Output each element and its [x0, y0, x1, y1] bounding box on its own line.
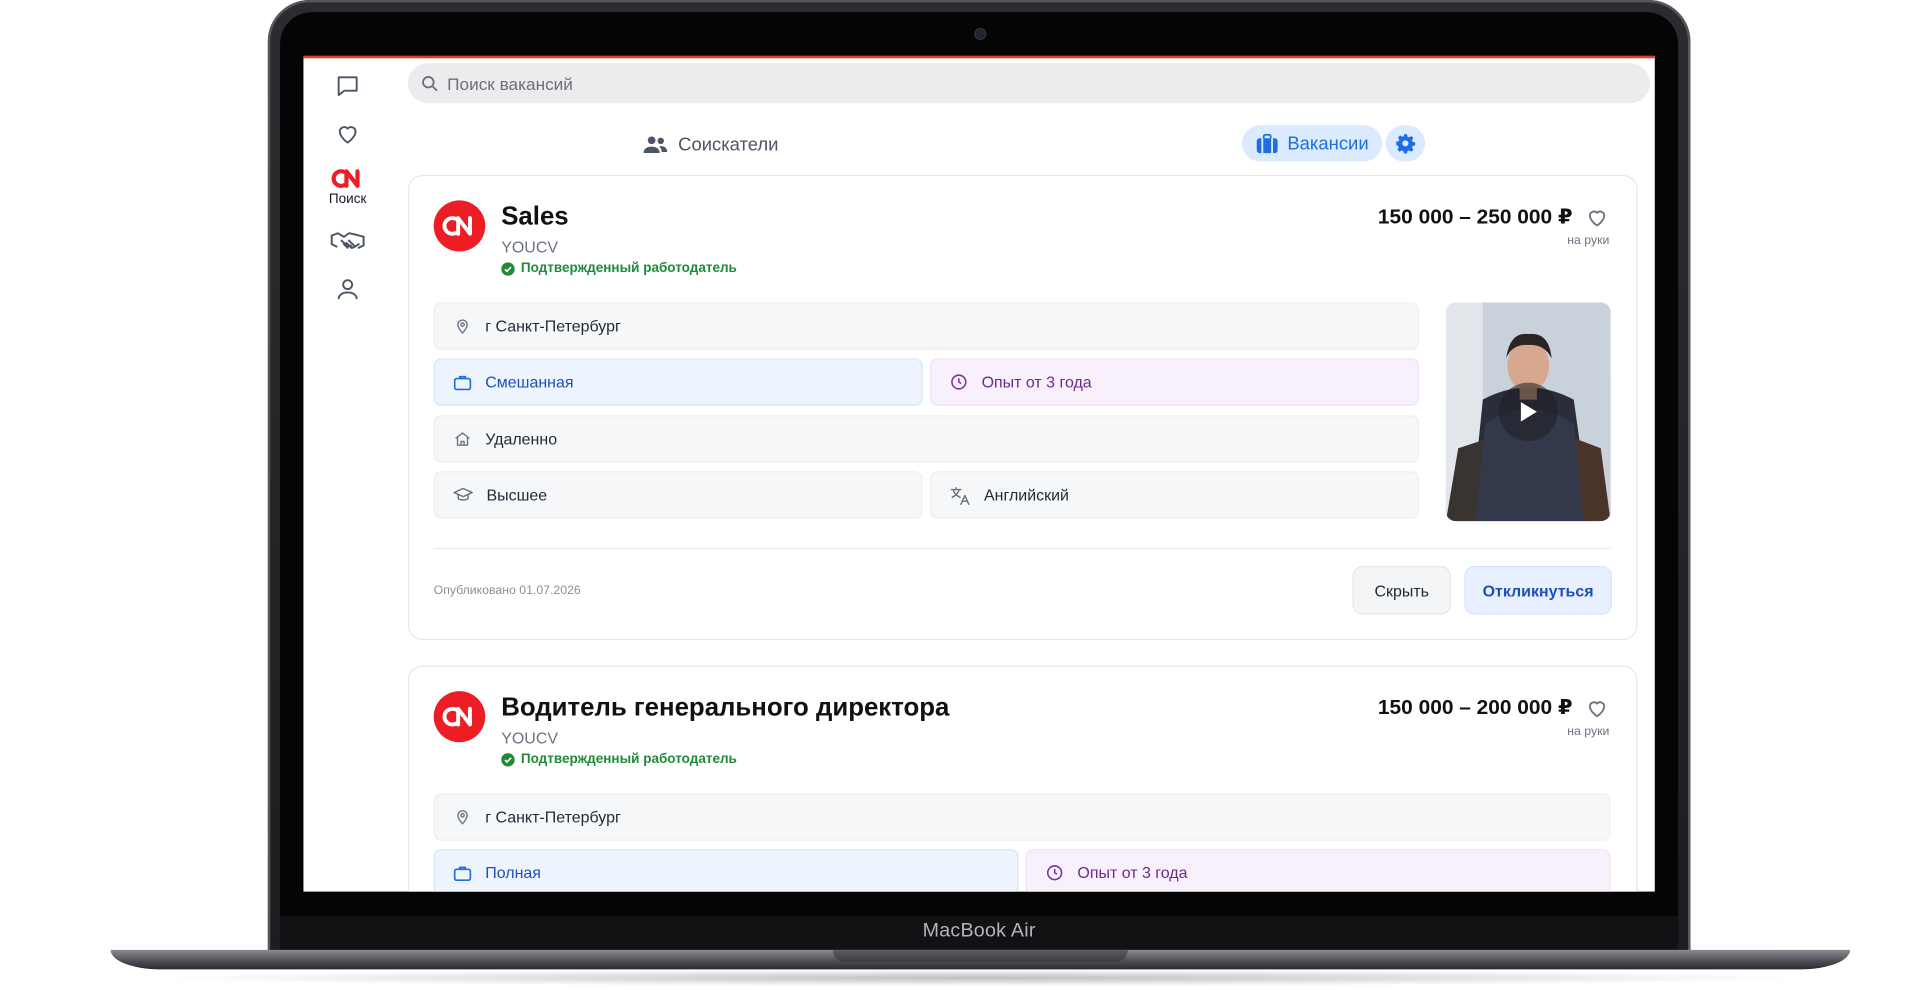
video-thumbnail[interactable]	[1445, 302, 1611, 522]
job-title[interactable]: Sales	[501, 203, 568, 232]
device-label: MacBook Air	[922, 920, 1036, 942]
search-icon	[422, 75, 438, 91]
home-icon	[455, 432, 470, 446]
experience-chip: Опыт от 3 года	[929, 358, 1419, 406]
location-chip: г Санкт-Петербург	[433, 302, 1419, 350]
tab-vacancies-label: Вакансии	[1287, 133, 1369, 154]
job-card[interactable]: Водитель генерального директора YOUCV По…	[407, 665, 1638, 892]
company-name: YOUCV	[501, 238, 559, 257]
map-pin-icon	[457, 319, 468, 334]
published-date: Опубликовано 01.07.2026	[433, 584, 581, 598]
check-circle-icon	[501, 261, 515, 276]
job-title[interactable]: Водитель генерального директора	[501, 694, 949, 723]
tab-vacancies[interactable]: Вакансии	[1242, 125, 1383, 162]
map-pin-icon	[457, 810, 468, 825]
user-icon	[337, 279, 358, 300]
brand-logo-icon	[442, 706, 472, 727]
work-format-chip: Удаленно	[433, 415, 1419, 463]
favorite-heart-icon[interactable]	[1585, 205, 1610, 229]
language-chip: Английский	[929, 471, 1419, 519]
play-icon	[1520, 402, 1537, 422]
hide-button[interactable]: Скрыть	[1352, 566, 1451, 615]
sidebar-item-favorites[interactable]	[321, 120, 375, 147]
salary: 150 000 – 250 000 ₽	[1377, 205, 1573, 229]
sidebar-item-messages[interactable]	[321, 73, 375, 100]
heart-icon	[338, 126, 357, 144]
graduation-cap-icon	[453, 487, 473, 501]
brand-logo-icon	[331, 169, 360, 188]
tab-seekers[interactable]: Соискатели	[643, 129, 779, 161]
search-input[interactable]	[447, 73, 1553, 93]
settings-button[interactable]	[1385, 125, 1426, 162]
experience-text: Опыт от 3 года	[1077, 863, 1188, 882]
briefcase-icon	[1256, 133, 1278, 153]
handshake-icon	[330, 232, 365, 249]
users-icon	[643, 136, 668, 154]
briefcase-icon	[453, 375, 472, 390]
favorite-heart-icon[interactable]	[1585, 696, 1610, 720]
check-circle-icon	[501, 752, 515, 766]
sidebar: Поиск	[303, 58, 391, 891]
laptop-notch	[832, 949, 1128, 963]
verified-label: Подтвержденный работодатель	[520, 751, 737, 767]
clock-icon	[1046, 865, 1063, 881]
company-name: YOUCV	[501, 728, 559, 748]
salary-note: на руки	[1567, 725, 1610, 739]
sidebar-item-deals[interactable]	[321, 228, 375, 255]
verified-badge: Подтвержденный работодатель	[501, 261, 737, 276]
laptop-mockup: MacBook Air Поиск Поиск вакансий Соискат…	[0, 0, 1908, 990]
company-logo	[433, 691, 486, 743]
work-format-text: Удаленно	[485, 430, 558, 449]
company-logo	[433, 200, 486, 252]
apply-button[interactable]: Откликнуться	[1464, 566, 1612, 615]
education-text: Высшее	[486, 485, 548, 505]
sidebar-item-label: Поиск	[328, 191, 367, 207]
experience-text: Опыт от 3 года	[981, 372, 1092, 392]
employment-text: Полная	[485, 863, 541, 882]
verified-label: Подтвержденный работодатель	[520, 261, 737, 276]
location-text: г Санкт-Петербург	[485, 807, 621, 826]
education-chip: Высшее	[433, 471, 923, 519]
laptop-shadow	[147, 969, 1814, 987]
brand-logo-icon	[442, 216, 472, 236]
sidebar-item-search[interactable]: Поиск	[321, 168, 375, 207]
clock-icon	[951, 374, 967, 390]
sidebar-item-profile[interactable]	[321, 276, 375, 303]
location-chip: г Санкт-Петербург	[433, 793, 1611, 841]
salary: 150 000 – 200 000 ₽	[1377, 696, 1573, 720]
card-divider	[433, 547, 1611, 550]
salary-note: на руки	[1567, 234, 1610, 248]
app-screen: Поиск Соискатели Вакансии	[303, 55, 1655, 892]
gear-icon	[1396, 134, 1416, 154]
tab-seekers-label: Соискатели	[678, 134, 779, 155]
chat-icon	[337, 76, 358, 97]
translate-icon	[950, 486, 970, 505]
employment-chip: Смешанная	[433, 358, 923, 406]
briefcase-icon	[453, 866, 472, 881]
language-text: Английский	[984, 485, 1069, 505]
verified-badge: Подтвержденный работодатель	[501, 751, 737, 767]
employment-chip: Полная	[433, 849, 1019, 892]
location-text: г Санкт-Петербург	[485, 317, 621, 336]
experience-chip: Опыт от 3 года	[1025, 849, 1611, 892]
job-card[interactable]: Sales YOUCV Подтвержденный работодатель …	[407, 174, 1638, 641]
search-bar[interactable]	[407, 63, 1650, 104]
play-button[interactable]	[1498, 382, 1558, 441]
employment-text: Смешанная	[485, 372, 574, 392]
camera-icon	[975, 29, 986, 39]
